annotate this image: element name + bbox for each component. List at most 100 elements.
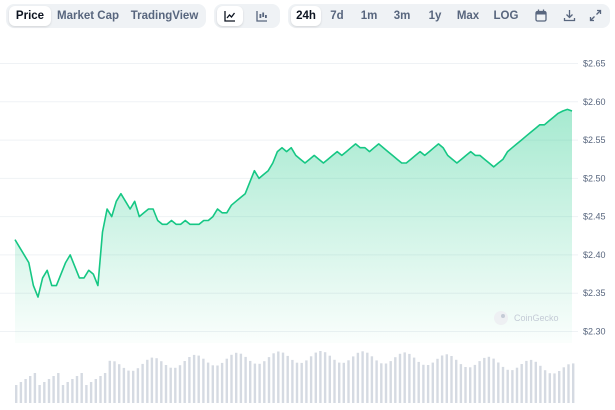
volume-bar xyxy=(197,355,200,403)
volume-bar xyxy=(342,362,345,403)
volume-bar xyxy=(398,353,402,403)
y-tick-label: $2.60 xyxy=(583,97,606,107)
volume-bar xyxy=(328,355,331,403)
volume-bar xyxy=(473,364,477,403)
y-tick-label: $2.65 xyxy=(583,58,606,68)
volume-bar xyxy=(136,368,140,403)
volume-bar xyxy=(33,373,37,403)
volume-bar xyxy=(258,363,261,403)
volume-bar xyxy=(38,385,41,403)
volume-bar xyxy=(267,357,271,403)
volume-bar xyxy=(85,385,88,403)
y-axis: $2.65 $2.60 $2.55 $2.50 $2.45 $2.40 $2.35 $2.30 xyxy=(583,58,606,336)
volume-bar xyxy=(361,351,364,403)
volume-bar xyxy=(412,357,416,403)
volume-bar xyxy=(277,351,280,403)
volume-bar xyxy=(394,357,397,403)
volume-bar xyxy=(483,357,486,403)
volume-bar xyxy=(57,373,60,403)
volume-bar xyxy=(103,373,107,403)
volume-bar xyxy=(178,365,182,403)
volume-bar xyxy=(440,355,444,403)
volume-bar xyxy=(263,361,266,403)
volume-bar xyxy=(169,367,172,403)
volume-bar xyxy=(220,362,224,403)
volume-bar xyxy=(543,370,547,403)
volume-bar xyxy=(225,358,228,403)
volume-bar xyxy=(455,359,458,403)
volume-bar xyxy=(534,361,537,403)
volume-bar xyxy=(230,354,233,403)
volume-bar xyxy=(408,353,411,403)
volume-bar xyxy=(323,352,327,403)
volume-bar xyxy=(211,365,214,403)
watermark-text: CoinGecko xyxy=(514,313,559,323)
volume-bar xyxy=(375,360,378,403)
volume-bar xyxy=(338,362,341,403)
volume-bar xyxy=(122,367,126,403)
volume-bar xyxy=(295,362,299,403)
volume-bar xyxy=(548,373,551,403)
volume-bar xyxy=(469,367,472,403)
volume-bar xyxy=(150,357,154,403)
volume-bar xyxy=(19,382,23,403)
volume-bar xyxy=(43,382,46,403)
volume-bar xyxy=(347,360,350,403)
coingecko-logo-icon xyxy=(494,311,508,325)
volume-bar xyxy=(66,382,69,403)
volume-bar xyxy=(529,359,533,403)
volume-bar xyxy=(174,367,177,403)
volume-bar xyxy=(422,364,425,403)
volume-bar xyxy=(52,376,55,403)
volume-bar xyxy=(75,376,79,403)
volume-bar xyxy=(511,370,514,403)
volume-bar xyxy=(216,365,219,403)
volume-bar xyxy=(118,364,121,403)
volume-bar xyxy=(235,352,238,403)
volume-bar xyxy=(164,365,168,403)
volume-bar xyxy=(539,365,542,403)
volume-bar xyxy=(155,358,158,403)
volume-bar xyxy=(450,356,453,403)
volume-bar xyxy=(132,370,135,403)
volume-bar xyxy=(553,373,556,403)
volume-bar xyxy=(160,361,163,403)
volume-bar xyxy=(380,363,383,403)
volume-bar xyxy=(436,358,439,403)
price-chart[interactable]: $2.65 $2.60 $2.55 $2.50 $2.45 $2.40 $2.35 $2.30… xyxy=(0,0,615,410)
volume-bar xyxy=(272,353,275,403)
volume-bar xyxy=(525,360,528,403)
y-tick-label: $2.55 xyxy=(583,135,606,145)
volume-bar xyxy=(80,373,83,403)
volume-bar xyxy=(202,358,205,403)
volume-bar xyxy=(192,354,196,403)
volume-bar xyxy=(309,356,313,403)
volume-bar xyxy=(253,363,257,403)
volume-bar xyxy=(291,359,294,403)
volume-bar xyxy=(562,367,565,403)
volume-bar xyxy=(183,361,186,403)
y-tick-label: $2.30 xyxy=(583,327,606,337)
y-tick-label: $2.40 xyxy=(583,250,606,260)
volume-bar xyxy=(384,363,388,403)
volume-bar xyxy=(497,362,500,403)
volume-bar xyxy=(445,354,448,403)
volume-bar xyxy=(520,364,523,403)
volume-bar xyxy=(515,367,519,403)
volume-bar xyxy=(89,382,93,403)
volume-bar xyxy=(127,370,130,403)
volume-bar xyxy=(29,376,32,403)
volume-bar xyxy=(352,356,355,403)
volume-bar xyxy=(300,362,303,403)
volume-bar xyxy=(71,379,74,403)
volume-bar xyxy=(567,364,570,403)
volume-bar xyxy=(506,369,509,403)
volume-bar xyxy=(47,379,51,403)
volume-bar xyxy=(206,362,210,403)
volume-bar xyxy=(319,351,322,403)
volume-bar xyxy=(305,360,308,403)
volume-bar xyxy=(314,352,317,403)
volume-bar xyxy=(431,362,434,403)
volume-bar xyxy=(459,364,463,403)
volume-bar xyxy=(94,379,97,403)
